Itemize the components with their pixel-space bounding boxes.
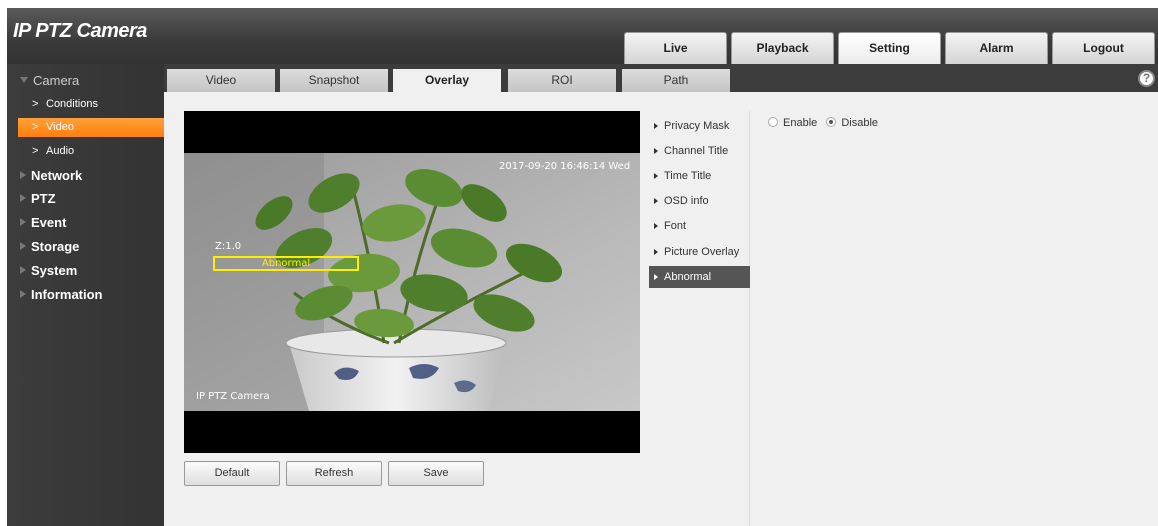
abnormal-enable-radio-group: Enable Disable [768,117,884,129]
chevron-right-icon: > [32,145,39,157]
overlay-item-font[interactable]: Font [649,215,750,237]
triangle-right-icon [654,274,658,280]
app-title: IP PTZ Camera [13,20,147,42]
sidebar-item-label: System [31,263,78,278]
sidebar-item-information[interactable]: Information [7,285,164,305]
help-icon[interactable]: ? [1138,70,1155,87]
overlay-menu: Privacy Mask Channel Title Time Title OS… [649,111,750,526]
enable-radio[interactable]: Enable [768,117,817,129]
overlay-item-label: Channel Title [664,145,729,157]
triangle-right-icon [654,123,658,129]
overlay-item-abnormal[interactable]: Abnormal [649,266,750,288]
tab-playback[interactable]: Playback [731,32,834,64]
tab-setting[interactable]: Setting [838,32,941,64]
tab-alarm[interactable]: Alarm [945,32,1048,64]
triangle-right-icon [20,266,26,274]
overlay-item-label: Font [664,220,687,232]
triangle-right-icon [654,223,658,229]
triangle-right-icon [654,198,658,204]
save-button[interactable]: Save [388,461,484,486]
osd-channel-title: IP PTZ Camera [196,391,270,402]
osd-zoom: Z:1.0 [215,241,242,252]
default-button[interactable]: Default [184,461,280,486]
overlay-item-time-title[interactable]: Time Title [649,165,750,187]
refresh-button[interactable]: Refresh [286,461,382,486]
sidebar: Camera > Conditions > Video > Audio Netw… [7,64,164,526]
main-panel: Video Snapshot Overlay ROI Path ? 2017-0… [164,64,1158,526]
sidebar-item-audio[interactable]: > Audio [18,142,164,161]
triangle-right-icon [20,171,26,179]
subtabs-bar: Video Snapshot Overlay ROI Path ? [164,64,1158,92]
overlay-item-label: Privacy Mask [664,120,730,132]
disable-radio[interactable]: Disable [826,117,878,129]
subtab-overlay[interactable]: Overlay [393,69,501,92]
overlay-item-osd-info[interactable]: OSD info [649,190,750,212]
subtab-roi[interactable]: ROI [508,69,616,92]
tab-logout[interactable]: Logout [1052,32,1155,64]
enable-radio-label: Enable [783,117,818,129]
triangle-right-icon [20,290,26,298]
sidebar-item-label: Storage [31,239,80,254]
sidebar-item-label: Event [31,215,67,230]
overlay-item-label: Time Title [664,170,712,182]
overlay-item-privacy-mask[interactable]: Privacy Mask [649,115,750,137]
subtab-video[interactable]: Video [167,69,275,92]
overlay-item-label: Picture Overlay [664,246,740,258]
overlay-item-picture-overlay[interactable]: Picture Overlay [649,241,750,263]
triangle-right-icon [654,173,658,179]
sidebar-item-event[interactable]: Event [7,213,164,233]
triangle-right-icon [654,148,658,154]
sidebar-item-label: Network [31,168,83,183]
osd-datetime: 2017-09-20 16:46:14 Wed [499,161,631,172]
sidebar-item-network[interactable]: Network [7,166,164,186]
overlay-item-label: OSD info [664,195,709,207]
triangle-right-icon [20,242,26,250]
overlay-item-channel-title[interactable]: Channel Title [649,140,750,162]
sidebar-item-label: Information [31,287,103,302]
camera-scene-image [184,153,640,411]
sidebar-item-conditions[interactable]: > Conditions [18,95,164,114]
sidebar-item-label: Conditions [46,98,98,110]
overlay-item-label: Abnormal [664,271,712,283]
chevron-right-icon: > [32,98,39,110]
sidebar-item-system[interactable]: System [7,261,164,281]
tab-live[interactable]: Live [624,32,727,64]
app-header: IP PTZ Camera Live Playback Setting Alar… [7,8,1158,64]
sidebar-item-camera[interactable]: Camera [7,71,164,91]
triangle-right-icon [20,194,26,202]
disable-radio-label: Disable [841,117,879,129]
chevron-right-icon: > [32,121,39,133]
sidebar-item-storage[interactable]: Storage [7,237,164,257]
sidebar-item-label: Camera [33,73,80,88]
content-area: 2017-09-20 16:46:14 Wed Z:1.0 Abnormal I… [164,92,1158,526]
radio-circle-icon [768,117,778,127]
subtab-path[interactable]: Path [622,69,730,92]
sidebar-item-video[interactable]: > Video [18,118,164,137]
sidebar-item-label: Audio [46,145,75,157]
triangle-right-icon [20,218,26,226]
abnormal-osd-box[interactable]: Abnormal [213,256,359,271]
triangle-right-icon [654,249,658,255]
radio-circle-icon [826,117,837,127]
sidebar-item-label: PTZ [31,191,56,206]
subtab-snapshot[interactable]: Snapshot [280,69,388,92]
triangle-down-icon [20,77,28,83]
video-preview: 2017-09-20 16:46:14 Wed Z:1.0 Abnormal I… [184,111,640,453]
sidebar-item-ptz[interactable]: PTZ [7,189,164,209]
sidebar-item-label: Video [46,121,74,133]
